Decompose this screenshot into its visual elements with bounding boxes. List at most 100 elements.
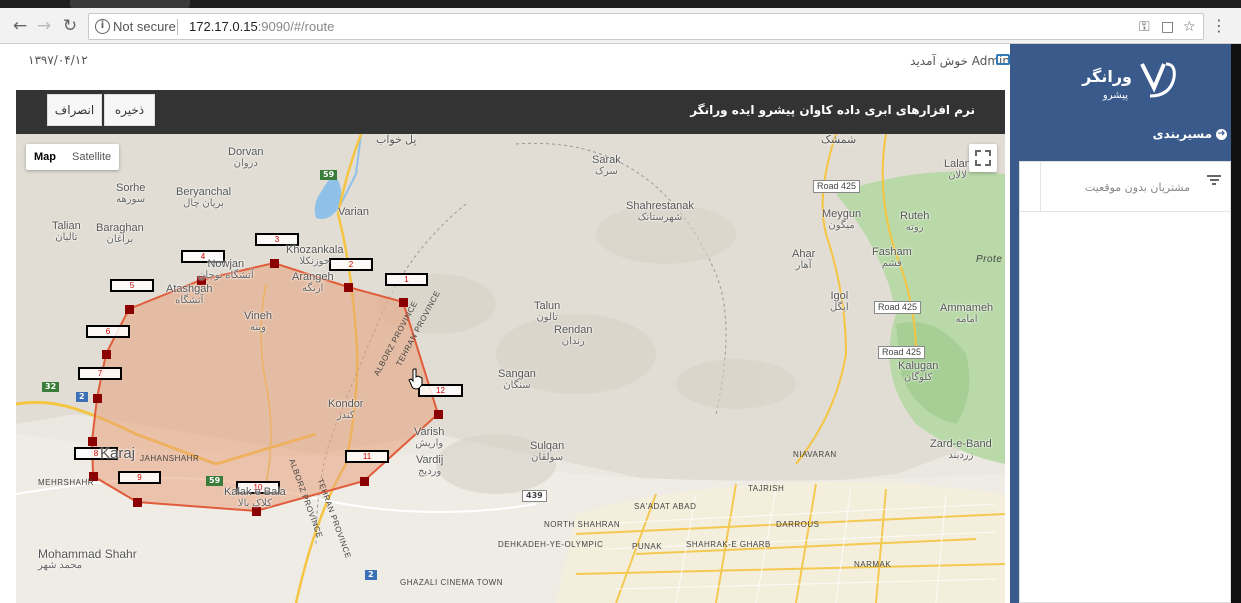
browser-toolbar: ← → ↻ i Not secure 172.17.0.15:9090/#/ro… (0, 8, 1241, 44)
place-en: Khozankala (286, 244, 344, 256)
place-en: Fasham (872, 246, 912, 258)
cancel-button[interactable]: انصراف (47, 94, 102, 126)
place-fa: فشم (881, 258, 903, 269)
place-label: Kalak e Bala کلاک بالا (224, 486, 286, 510)
info-icon[interactable]: i (95, 19, 110, 34)
place-en: Zard-e-Band (930, 438, 992, 450)
place-en: Beryanchal (176, 186, 232, 198)
route-shield: 2 (365, 570, 377, 580)
place-label: Khozankala خوزنکلا (286, 244, 344, 268)
logout-icon[interactable] (996, 54, 1010, 65)
district-label: NORTH SHAHRAN (544, 520, 621, 529)
fullscreen-icon[interactable] (969, 144, 997, 172)
place-fa: سنگان (503, 380, 531, 391)
place-en: Sangan (498, 368, 536, 380)
map-type-satellite[interactable]: Satellite (64, 144, 119, 170)
save-button[interactable]: ذخیره (104, 94, 155, 126)
place-en: Ruteh (900, 210, 930, 222)
route-shield: 2 (76, 392, 88, 402)
app-root: ۱۳۹۷/۰۴/۱۲ Admin خوش آمدید انصراف ذخیره … (0, 44, 1241, 603)
route-vertex-13[interactable] (434, 410, 443, 419)
place-en: Atashgah (166, 283, 213, 295)
polygon-label[interactable]: 7 (78, 367, 122, 380)
route-shield: 32 (42, 382, 60, 392)
more-vert-icon[interactable]: ⋮ (1211, 16, 1227, 35)
place-en: Baraghan (96, 222, 144, 234)
route-vertex-7[interactable] (93, 394, 102, 403)
star-icon[interactable]: ☆ (1183, 19, 1196, 35)
url-text[interactable]: 172.17.0.15:9090/#/route (189, 19, 334, 34)
security-label: Not secure (113, 19, 176, 34)
translate-icon[interactable]: □ (1161, 19, 1174, 35)
district-label: Prote (976, 254, 1003, 265)
place-label: Ammameh امامه (940, 302, 993, 326)
route-vertex-12[interactable] (360, 477, 369, 486)
place-en: Kondor (328, 398, 364, 410)
place-label: Nowjan آتشگاه نوجان (198, 258, 254, 282)
route-vertex-10[interactable] (133, 498, 142, 507)
place-fa: تالون (536, 312, 558, 323)
welcome-text: Admin خوش آمدید (910, 54, 1010, 68)
place-label: Sangan سنگان (498, 368, 536, 392)
browser-tab[interactable] (70, 0, 190, 8)
place-fa: واریش (415, 438, 444, 449)
scrollbar[interactable] (1231, 44, 1241, 603)
place-en: Vineh (244, 310, 272, 322)
place-fa: آتشگاه نوجان (198, 270, 254, 281)
place-fa: وردیج (417, 466, 442, 477)
place-fa: کلاک بالا (237, 498, 272, 509)
polygon-label[interactable]: 11 (345, 450, 389, 463)
route-vertex-2[interactable] (344, 283, 353, 292)
route-shield: 59 (320, 170, 338, 180)
route-vertex-5[interactable] (125, 305, 134, 314)
place-fa: تالیان (55, 232, 78, 243)
place-label: Vineh وینه (244, 310, 272, 334)
place-en: Meygun (822, 208, 862, 220)
place-label: Arangeh ارنگه (292, 271, 334, 295)
polygon-label[interactable]: 12 (418, 384, 463, 397)
place-label: Fasham فشم (872, 246, 912, 270)
place-en: Sarak (592, 154, 621, 166)
place-label: Vardij وردیج (416, 454, 443, 478)
polygon-label[interactable]: 5 (110, 279, 154, 292)
route-vertex-3[interactable] (270, 259, 279, 268)
polygon-label[interactable]: 9 (118, 471, 161, 484)
place-en: Dorvan (228, 146, 264, 158)
place-label: Karaj (100, 446, 135, 461)
place-fa: ایگل (830, 302, 849, 313)
map-type-map[interactable]: Map (26, 144, 64, 170)
place-fa: سرک (594, 166, 618, 177)
place-fa: سولقان (531, 452, 564, 463)
panel-title: مشتریان بدون موقعیت (1084, 181, 1190, 194)
place-fa: شهرستانک (637, 212, 683, 223)
place-label: Baraghan براغان (96, 222, 144, 246)
back-arrow-icon[interactable]: ← (10, 16, 30, 36)
current-date: ۱۳۹۷/۰۴/۱۲ (28, 53, 88, 67)
place-fa: امامه (955, 314, 978, 325)
route-vertex-8[interactable] (88, 437, 97, 446)
place-fa: میگون (828, 220, 855, 231)
app-title: نرم افزارهای ابری داده کاوان پیشرو ایده … (690, 103, 975, 117)
place-en: Kalak e Bala (224, 486, 286, 498)
place-fa: کلوگان (903, 372, 933, 383)
route-vertex-6[interactable] (102, 350, 111, 359)
header-bar: انصراف ذخیره نرم افزارهای ابری داده کاوا… (16, 90, 1005, 134)
place-fa: شمشک (821, 134, 857, 146)
filter-icon[interactable] (1206, 175, 1222, 187)
address-bar[interactable]: i Not secure 172.17.0.15:9090/#/route ⚿ … (88, 13, 1204, 40)
reload-icon[interactable]: ↻ (60, 16, 80, 36)
logo-subtext: پیشرو (1102, 90, 1128, 101)
place-fa: آهار (795, 260, 812, 271)
district-label: SHAHRAK-E GHARB (686, 540, 771, 549)
map-canvas[interactable]: 1 2 3 4 5 6 7 8 9 10 11 12 Dorvan دروان S… (16, 134, 1005, 603)
place-label: Ahar آهار (792, 248, 815, 272)
sidebar-item-label: مسیربندی (1152, 127, 1212, 141)
place-en: Sorhe (116, 182, 146, 194)
sidebar-item-routing[interactable]: ➜ مسیربندی (1153, 127, 1227, 141)
polygon-label[interactable]: 6 (86, 325, 130, 338)
route-shield: 439 (522, 490, 547, 502)
key-icon[interactable]: ⚿ (1139, 19, 1150, 35)
place-label: Igol ایگل (830, 290, 849, 314)
forward-arrow-icon[interactable]: → (34, 16, 54, 36)
polygon-label[interactable]: 1 (385, 273, 428, 286)
